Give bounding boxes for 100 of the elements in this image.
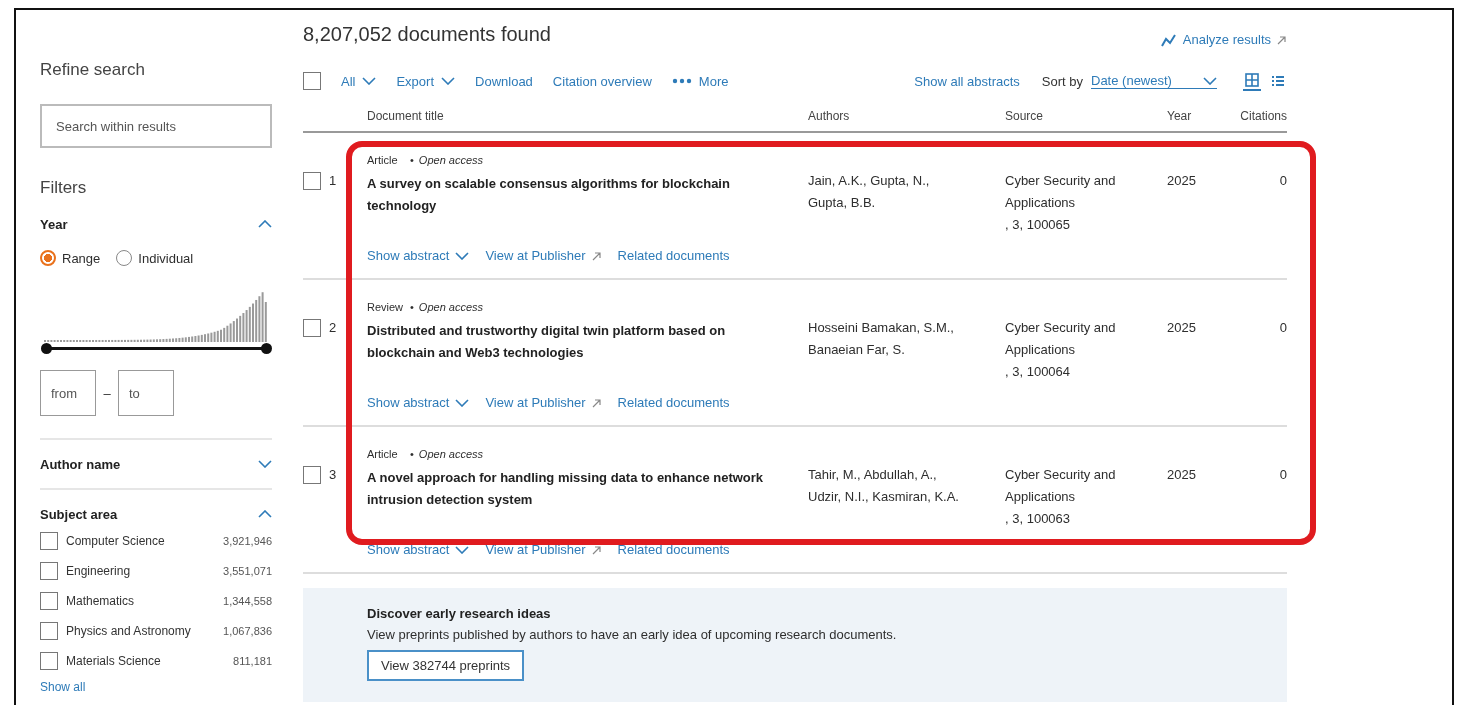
chevron-icon [362, 77, 377, 85]
chevron-icon [455, 252, 470, 260]
year-cell-text: 2025 [1167, 466, 1197, 484]
related-documents-link[interactable]: Related documents [617, 392, 730, 414]
access-label: Open access [418, 153, 484, 167]
row-number: 3 [329, 466, 337, 484]
year-cell-text: 2025 [1167, 172, 1197, 190]
facet-label: Physics and Astronomy [66, 624, 192, 638]
section-label: Year [40, 216, 68, 232]
column-header[interactable]: Document title [367, 109, 808, 123]
expand-button[interactable] [258, 458, 272, 470]
collapse-button[interactable] [258, 508, 272, 520]
results-count: 8,207,052 documents found [303, 23, 551, 46]
authors-text: Gupta, B.B. [808, 194, 877, 212]
source-title: Cyber Security and Applications [1005, 319, 1117, 359]
show-abstract-link[interactable]: Show abstract [367, 392, 470, 414]
checkbox[interactable] [303, 319, 321, 337]
checkbox[interactable] [303, 172, 321, 190]
sort-dropdown[interactable]: Date (newest) [1091, 73, 1217, 89]
list-view-button[interactable] [1269, 73, 1287, 89]
authors-text: Tahir, M., Abdullah, A., [808, 466, 938, 484]
chevron-icon [258, 510, 272, 518]
search-field[interactable]: Search within results [40, 104, 272, 148]
toolbar-link[interactable]: Download [475, 73, 533, 89]
checkbox[interactable] [40, 562, 58, 580]
citations-cell-text: 0 [1278, 319, 1287, 337]
collapse-button[interactable] [258, 218, 272, 230]
analyze-results-link[interactable]: Analyze results [1160, 32, 1287, 47]
checkbox[interactable] [40, 592, 58, 610]
section-label: Author name [40, 456, 121, 472]
document-type: Article [367, 447, 399, 461]
publisher-link[interactable]: View at Publisher [485, 245, 602, 267]
related-documents-link[interactable]: Related documents [617, 245, 730, 267]
year-field[interactable]: to [118, 370, 174, 416]
facet-label: Materials Science [66, 654, 162, 668]
related-documents-link[interactable]: Related documents [617, 539, 730, 561]
show-abstract-link[interactable]: Show abstract [367, 539, 470, 561]
facet-count: 811,181 [233, 655, 272, 667]
chevron-icon [258, 220, 272, 228]
checkbox[interactable] [40, 532, 58, 550]
slider-handle[interactable] [260, 342, 272, 354]
facet-count: 1,067,836 [223, 625, 272, 637]
column-header[interactable]: Authors [808, 109, 1005, 123]
more-menu[interactable]: More [671, 73, 729, 89]
checkbox[interactable] [40, 652, 58, 670]
trend-icon [1160, 32, 1177, 47]
dropdown-link[interactable]: Export [396, 73, 456, 89]
checkbox[interactable] [303, 466, 321, 484]
authors-text: Udzir, N.I., Kasmiran, K.A. [808, 488, 960, 506]
source-detail: , 3, 100065 [1005, 216, 1072, 234]
external-link-icon [1277, 34, 1287, 45]
toolbar-link[interactable]: Citation overview [552, 73, 652, 89]
year-field[interactable]: from [40, 370, 96, 416]
source-title: Cyber Security and Applications [1005, 172, 1117, 212]
column-header[interactable]: Source [1005, 109, 1167, 123]
access-label: Open access [418, 447, 484, 461]
source-title: Cyber Security and Applications [1005, 466, 1117, 506]
authors-text: Jain, A.K., Gupta, N., [808, 172, 931, 190]
show-all-link[interactable]: Show all [40, 680, 272, 694]
radio-option[interactable]: Individual [116, 250, 194, 266]
row-number: 2 [329, 319, 337, 337]
facet-label: Engineering [66, 564, 132, 578]
show-all-abstracts-link[interactable]: Show all abstracts [914, 73, 1020, 89]
grid-icon [1245, 73, 1259, 87]
facet-count: 1,344,558 [223, 595, 272, 607]
bullet: • [410, 153, 414, 167]
row-number: 1 [329, 172, 337, 190]
filters-heading: Filters [40, 178, 88, 198]
year-cell-text: 2025 [1167, 319, 1197, 337]
slider-handle[interactable] [40, 342, 52, 354]
external-link-icon [591, 251, 602, 261]
document-title-link[interactable]: Distributed and trustworthy digital twin platform based on blockchain and Web3 technologies [367, 320, 767, 364]
show-abstract-link[interactable]: Show abstract [367, 245, 470, 267]
slider-track[interactable] [40, 342, 272, 354]
chevron-icon [258, 460, 272, 468]
source-detail: , 3, 100064 [1005, 363, 1072, 381]
bullet: • [410, 447, 414, 461]
chevron-icon [441, 77, 456, 85]
publisher-link[interactable]: View at Publisher [485, 392, 602, 414]
checkbox[interactable] [303, 72, 321, 90]
citations-cell-text: 0 [1278, 172, 1287, 190]
banner-text: View preprints published by authors to have an early idea of upcoming research documents. [367, 627, 898, 642]
sort-label: Sort by [1041, 73, 1083, 89]
column-header[interactable]: Year [1167, 109, 1227, 123]
facet-count: 3,921,946 [223, 535, 272, 547]
view-preprints-button[interactable]: View 382744 preprints [367, 650, 525, 681]
external-link-icon [591, 398, 602, 408]
checkbox[interactable] [40, 622, 58, 640]
facet-label: Computer Science [66, 534, 166, 548]
dropdown-link[interactable]: All [341, 73, 377, 89]
document-type: Article [367, 153, 399, 167]
more-icon [671, 78, 692, 84]
document-title-link[interactable]: A novel approach for handling missing data to enhance network intrusion detection system [367, 467, 767, 511]
radio-option[interactable]: Range [40, 250, 101, 266]
grid-view-button[interactable] [1243, 71, 1261, 91]
document-title-link[interactable]: A survey on scalable consensus algorithms for blockchain technology [367, 173, 767, 217]
source-detail: , 3, 100063 [1005, 510, 1072, 528]
chevron-icon [455, 399, 470, 407]
column-header[interactable]: Citations [1227, 109, 1287, 123]
publisher-link[interactable]: View at Publisher [485, 539, 602, 561]
